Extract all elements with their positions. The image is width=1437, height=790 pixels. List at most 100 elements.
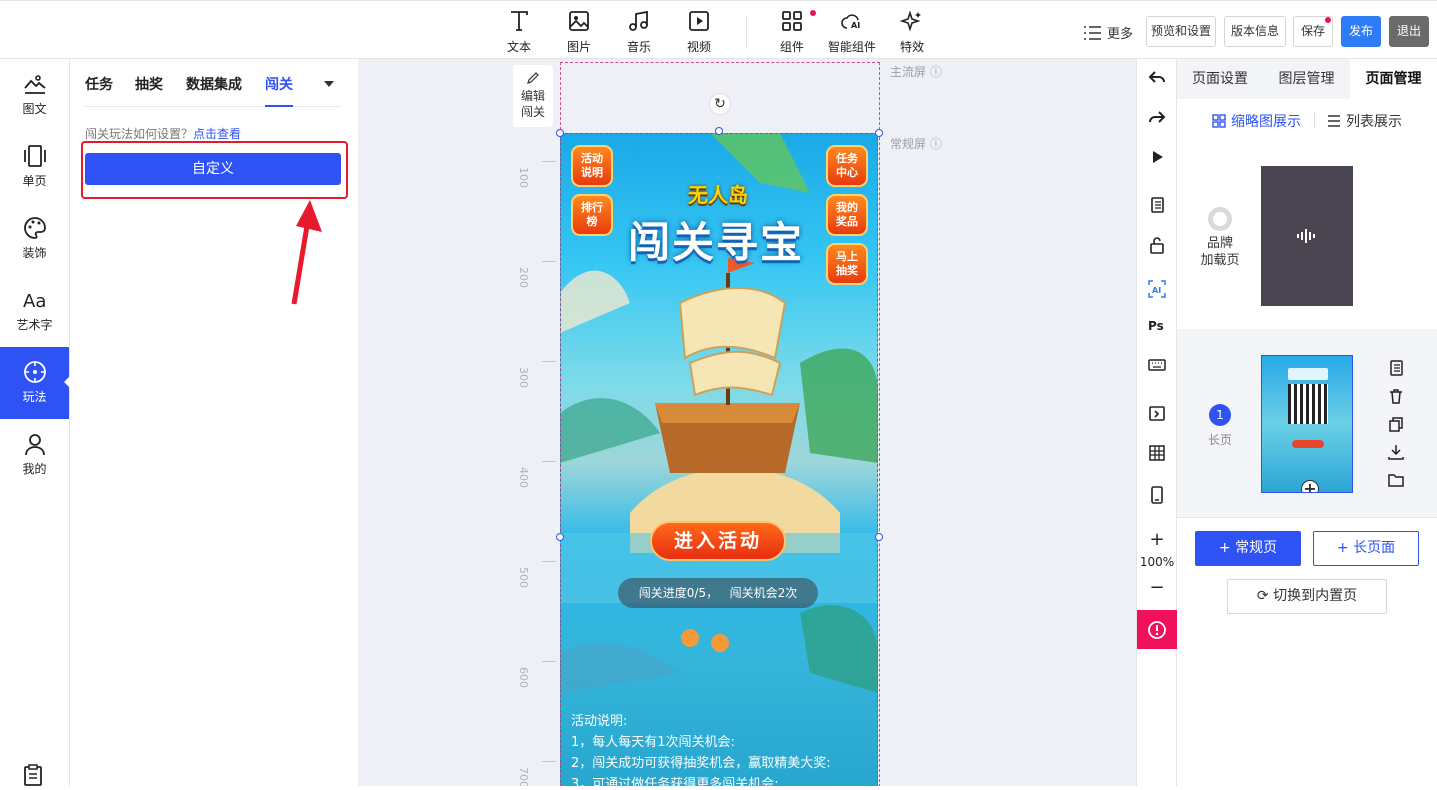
nav-label: 装饰 bbox=[22, 246, 47, 260]
music-tool-button[interactable]: 音乐 bbox=[611, 9, 667, 55]
list-icon bbox=[1084, 25, 1101, 40]
redo-button[interactable] bbox=[1137, 103, 1177, 131]
highlight-box bbox=[81, 141, 348, 199]
tab-task[interactable]: 任务 bbox=[85, 74, 113, 107]
help-hint: 闯关玩法如何设置？点击查看 bbox=[85, 125, 241, 142]
add-page-icon[interactable]: + bbox=[1301, 480, 1319, 492]
zoom-out-icon[interactable]: − bbox=[1137, 577, 1177, 598]
resize-handle[interactable] bbox=[875, 533, 883, 541]
grid-view-icon bbox=[1212, 114, 1226, 128]
component-notification-dot bbox=[810, 10, 816, 16]
nav-item-mine[interactable]: 我的 bbox=[0, 419, 69, 491]
loading-spinner-icon bbox=[1208, 207, 1232, 231]
nav-item-decoration[interactable]: 装饰 bbox=[0, 203, 69, 275]
thumbnail-view-toggle[interactable]: 缩略图展示 bbox=[1212, 111, 1301, 131]
resize-handle[interactable] bbox=[715, 127, 723, 135]
nav-item-art-text[interactable]: Aa 艺术字 bbox=[0, 275, 69, 347]
ai-tool-button[interactable]: AI bbox=[1137, 275, 1177, 303]
alert-icon bbox=[1148, 621, 1166, 639]
exit-button[interactable]: 退出 bbox=[1389, 16, 1429, 47]
ruler-mark: 300 bbox=[517, 367, 530, 388]
tabs-dropdown-icon[interactable] bbox=[324, 81, 334, 92]
more-menu-button[interactable]: 更多 bbox=[1084, 23, 1133, 42]
tab-data-integration[interactable]: 数据集成 bbox=[186, 74, 242, 107]
keyboard-shortcuts-button[interactable] bbox=[1137, 351, 1177, 379]
toolbar-divider bbox=[746, 15, 747, 49]
svg-text:Ps: Ps bbox=[1148, 319, 1164, 333]
image-tool-button[interactable]: 图片 bbox=[551, 9, 607, 55]
tab-lottery[interactable]: 抽奖 bbox=[135, 74, 163, 107]
copy-page-button[interactable] bbox=[1137, 191, 1177, 219]
download-icon[interactable] bbox=[1387, 443, 1405, 461]
save-notification-dot bbox=[1325, 17, 1331, 23]
export-page-button[interactable] bbox=[1137, 399, 1177, 427]
version-info-button[interactable]: 版本信息 bbox=[1224, 16, 1286, 47]
rotate-handle-icon[interactable]: ↻ bbox=[709, 93, 731, 115]
ai-component-tool-button[interactable]: AI 智能组件 bbox=[824, 9, 880, 55]
main-screen-label: 主流屏 ⓘ bbox=[890, 65, 942, 79]
ruler-mark: 600 bbox=[517, 667, 530, 688]
resize-handle[interactable] bbox=[556, 129, 564, 137]
undo-button[interactable] bbox=[1137, 63, 1177, 91]
add-normal-page-button[interactable]: + 常规页 bbox=[1195, 531, 1301, 566]
tab-page-settings[interactable]: 页面设置 bbox=[1177, 59, 1263, 99]
brand-loading-thumbnail[interactable] bbox=[1261, 166, 1353, 306]
clipboard-button[interactable] bbox=[22, 764, 44, 790]
tab-level-challenge[interactable]: 闯关 bbox=[265, 74, 293, 107]
nav-item-gameplay[interactable]: 玩法 bbox=[0, 347, 70, 419]
resize-handle[interactable] bbox=[556, 533, 564, 541]
nav-item-image-text[interactable]: 图文 bbox=[0, 59, 69, 131]
unlock-icon bbox=[1150, 237, 1164, 254]
folder-icon[interactable] bbox=[1387, 471, 1405, 489]
effects-tool-label: 特效 bbox=[899, 40, 924, 54]
keyboard-icon bbox=[1148, 359, 1166, 371]
play-preview-button[interactable] bbox=[1137, 143, 1177, 171]
single-page-icon bbox=[23, 145, 46, 167]
video-tool-button[interactable]: 视频 bbox=[671, 9, 727, 55]
sparkle-icon bbox=[900, 10, 921, 32]
add-long-page-button[interactable]: + 长页面 bbox=[1313, 531, 1419, 566]
nav-item-single-page[interactable]: 单页 bbox=[0, 131, 69, 203]
document-icon bbox=[1151, 197, 1164, 213]
help-link[interactable]: 点击查看 bbox=[193, 127, 241, 141]
trash-icon[interactable] bbox=[1387, 387, 1405, 405]
photoshop-import-button[interactable]: Ps bbox=[1137, 311, 1177, 339]
tab-page-management[interactable]: 页面管理 bbox=[1350, 59, 1437, 99]
nav-label: 图文 bbox=[22, 102, 47, 116]
help-icon[interactable]: ⓘ bbox=[930, 137, 942, 151]
tab-layer-management[interactable]: 图层管理 bbox=[1263, 59, 1350, 99]
ai-component-icon: AI bbox=[841, 14, 860, 30]
play-icon bbox=[1153, 151, 1163, 163]
svg-text:Aa: Aa bbox=[23, 291, 46, 312]
switch-builtin-page-button[interactable]: ⟳ 切换到内置页 bbox=[1227, 579, 1387, 614]
clipboard-icon bbox=[24, 764, 42, 786]
gameplay-tabs: 任务 抽奖 数据集成 闯关 bbox=[85, 73, 341, 107]
copy-icon[interactable] bbox=[1387, 359, 1405, 377]
editor-canvas[interactable]: 编辑 闯关 主流屏 ⓘ 常规屏 ⓘ 100 200 300 400 500 60… bbox=[358, 59, 1136, 786]
help-icon[interactable]: ⓘ bbox=[930, 65, 942, 79]
long-page-thumbnail[interactable]: + bbox=[1261, 355, 1353, 493]
grid-toggle-button[interactable] bbox=[1137, 439, 1177, 467]
edit-label-2: 闯关 bbox=[520, 105, 545, 119]
alert-button[interactable] bbox=[1137, 610, 1177, 649]
preview-settings-button[interactable]: 预览和设置 bbox=[1146, 16, 1216, 47]
music-icon bbox=[629, 10, 648, 31]
video-icon bbox=[689, 11, 709, 31]
user-icon bbox=[24, 434, 45, 456]
duplicate-icon[interactable] bbox=[1387, 415, 1405, 433]
view-divider bbox=[1314, 112, 1315, 128]
text-tool-label: 文本 bbox=[506, 40, 531, 54]
nav-label: 单页 bbox=[22, 174, 47, 188]
effects-tool-button[interactable]: 特效 bbox=[884, 9, 940, 55]
resize-handle[interactable] bbox=[875, 129, 883, 137]
gameplay-icon bbox=[23, 361, 46, 383]
list-view-toggle[interactable]: 列表展示 bbox=[1327, 111, 1402, 131]
lock-button[interactable] bbox=[1137, 231, 1177, 259]
edit-level-button[interactable]: 编辑 闯关 bbox=[513, 65, 553, 127]
mobile-view-button[interactable] bbox=[1137, 481, 1177, 509]
text-icon bbox=[511, 11, 528, 31]
publish-button[interactable]: 发布 bbox=[1341, 16, 1381, 47]
svg-text:AI: AI bbox=[1152, 286, 1161, 295]
zoom-in-icon[interactable]: + bbox=[1137, 529, 1177, 550]
text-tool-button[interactable]: 文本 bbox=[491, 9, 547, 55]
